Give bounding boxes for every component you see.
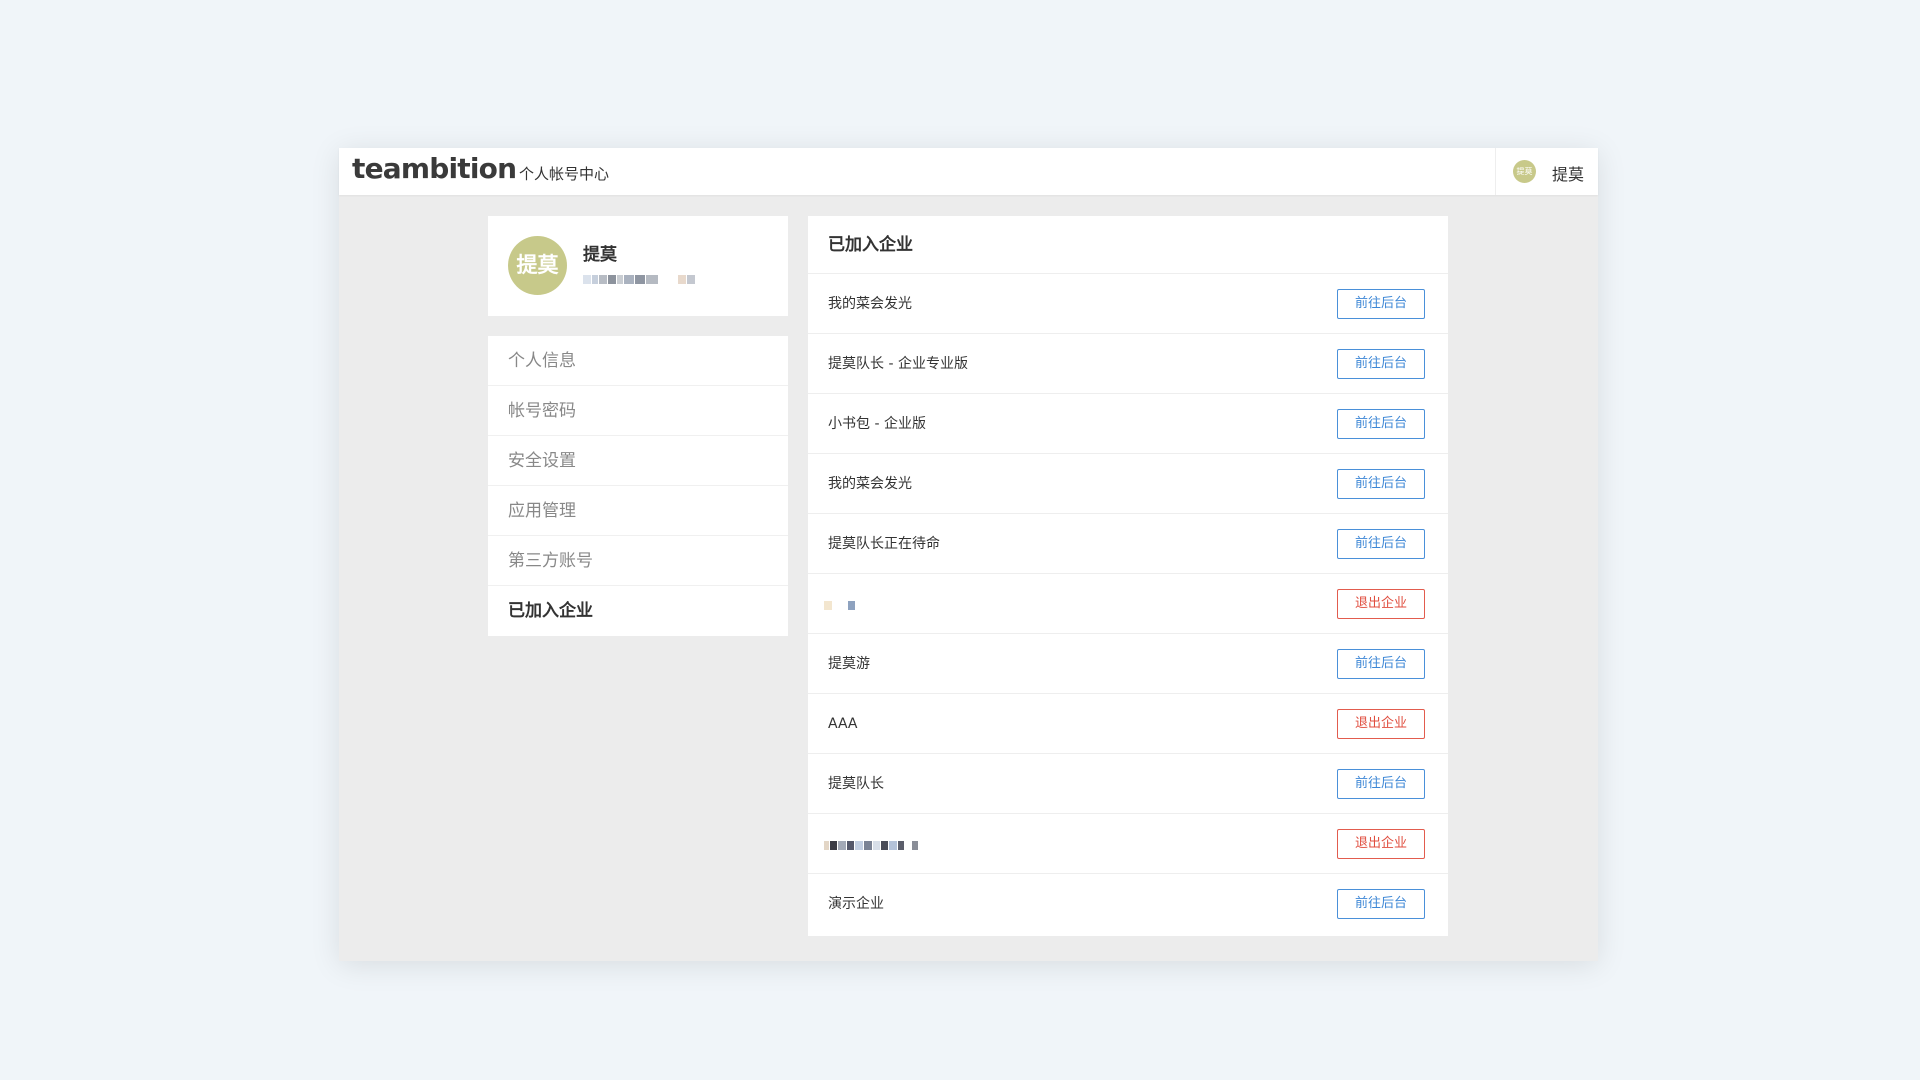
profile-avatar: 提莫 [508, 236, 567, 295]
list-item: 提莫队长正在待命 前往后台 [808, 514, 1448, 574]
org-name: 我的菜会发光 [828, 296, 912, 312]
menu-item-security[interactable]: 安全设置 [488, 436, 788, 486]
list-item: 小书包 - 企业版 前往后台 [808, 394, 1448, 454]
list-item: 提莫队长 - 企业专业版 前往后台 [808, 334, 1448, 394]
account-center-window: teambition 个人帐号中心 提莫 提莫 提莫 提莫 个人信息 帐号密码 … [339, 148, 1598, 961]
list-item: AAA 退出企业 [808, 694, 1448, 754]
menu-item-app-management[interactable]: 应用管理 [488, 486, 788, 536]
list-item: 提莫队长 前往后台 [808, 754, 1448, 814]
menu-item-account-password[interactable]: 帐号密码 [488, 386, 788, 436]
org-name: 演示企业 [828, 896, 884, 912]
list-item: 退出企业 [808, 574, 1448, 634]
org-name: 提莫游 [828, 656, 870, 672]
go-dashboard-button[interactable]: 前往后台 [1337, 889, 1425, 919]
list-item: 演示企业 前往后台 [808, 874, 1448, 934]
redacted-org-name [824, 839, 918, 851]
org-name: 提莫队长 [828, 776, 884, 792]
list-item: 提莫游 前往后台 [808, 634, 1448, 694]
menu-item-third-party[interactable]: 第三方账号 [488, 536, 788, 586]
settings-menu: 个人信息 帐号密码 安全设置 应用管理 第三方账号 已加入企业 [488, 336, 788, 636]
leave-org-button[interactable]: 退出企业 [1337, 589, 1425, 619]
panel-title: 已加入企业 [808, 216, 1448, 274]
go-dashboard-button[interactable]: 前往后台 [1337, 469, 1425, 499]
leave-org-button[interactable]: 退出企业 [1337, 709, 1425, 739]
page-subtitle: 个人帐号中心 [519, 165, 610, 183]
joined-orgs-panel: 已加入企业 我的菜会发光 前往后台 提莫队长 - 企业专业版 前往后台 小书包 … [808, 216, 1448, 936]
go-dashboard-button[interactable]: 前往后台 [1337, 769, 1425, 799]
list-item: 退出企业 [808, 814, 1448, 874]
go-dashboard-button[interactable]: 前往后台 [1337, 349, 1425, 379]
org-name: 提莫队长 - 企业专业版 [828, 356, 968, 372]
username[interactable]: 提莫 [1552, 161, 1584, 185]
go-dashboard-button[interactable]: 前往后台 [1337, 649, 1425, 679]
go-dashboard-button[interactable]: 前往后台 [1337, 289, 1425, 319]
org-name: 小书包 - 企业版 [828, 416, 926, 432]
org-name: AAA [828, 716, 858, 732]
redacted-email [583, 275, 705, 284]
list-item: 我的菜会发光 前往后台 [808, 274, 1448, 334]
avatar[interactable]: 提莫 [1513, 160, 1536, 183]
leave-org-button[interactable]: 退出企业 [1337, 829, 1425, 859]
list-item: 我的菜会发光 前往后台 [808, 454, 1448, 514]
user-menu[interactable]: 提莫 提莫 [1495, 148, 1598, 195]
top-bar: teambition 个人帐号中心 提莫 提莫 [339, 148, 1598, 195]
menu-item-personal-info[interactable]: 个人信息 [488, 336, 788, 386]
redacted-org-name [824, 599, 855, 611]
org-name: 我的菜会发光 [828, 476, 912, 492]
go-dashboard-button[interactable]: 前往后台 [1337, 409, 1425, 439]
profile-card: 提莫 提莫 [488, 216, 788, 316]
go-dashboard-button[interactable]: 前往后台 [1337, 529, 1425, 559]
teambition-logo[interactable]: teambition [352, 152, 517, 185]
profile-name: 提莫 [583, 245, 617, 265]
org-name: 提莫队长正在待命 [828, 536, 940, 552]
menu-item-joined-orgs[interactable]: 已加入企业 [488, 586, 788, 636]
